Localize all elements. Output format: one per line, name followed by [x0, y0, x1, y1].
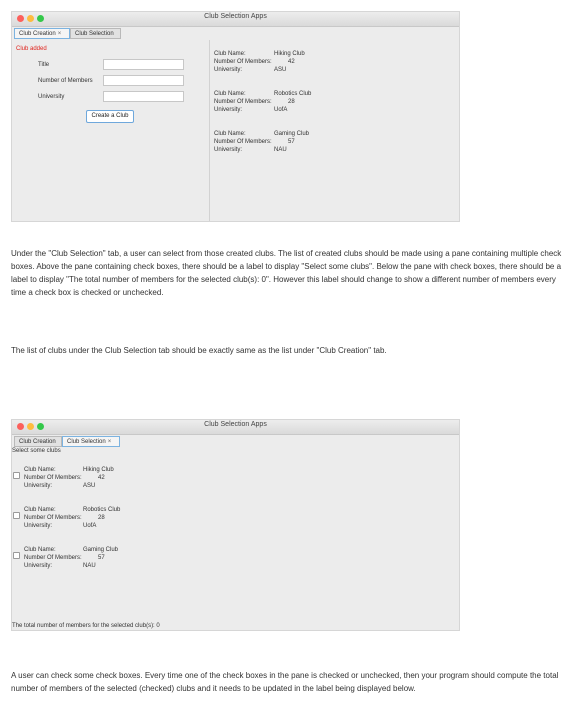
university-name-value: NAU — [83, 563, 96, 569]
instructions-paragraph-3: A user can check some check boxes. Every… — [11, 671, 559, 693]
tab-label: Club Selection — [75, 31, 114, 37]
club-name-value: Gaming Club — [274, 131, 310, 137]
tab-club-creation[interactable]: Club Creation — [14, 436, 62, 447]
club-name-value: Robotics Club — [274, 91, 312, 97]
club-checkbox[interactable] — [13, 552, 20, 559]
tab-club-creation[interactable]: Club Creation × — [14, 28, 70, 39]
members-count-value: 57 — [98, 555, 105, 561]
university-name-label: University: — [214, 107, 243, 113]
university-name-value: NAU — [274, 147, 287, 153]
window-title: Club Selection Apps — [204, 421, 267, 428]
university-field[interactable] — [103, 91, 184, 102]
members-count-value: 42 — [98, 475, 105, 481]
tab-bar: Club Creation Club Selection × — [12, 435, 459, 448]
university-name-value: UofA — [83, 523, 97, 529]
university-name-label: University: — [24, 483, 53, 489]
university-name-value: UofA — [274, 107, 288, 113]
members-count-label: Number Of Members: — [24, 555, 82, 561]
club-name-label: Club Name: — [214, 131, 246, 137]
tab-club-selection[interactable]: Club Selection — [70, 28, 121, 39]
club-name-value: Gaming Club — [83, 547, 119, 553]
club-checkbox[interactable] — [13, 512, 20, 519]
instructions-paragraph-1: Under the "Club Selection" tab, a user c… — [11, 249, 562, 297]
club-selection-window: Club Selection Apps Club Creation Club S… — [11, 419, 460, 631]
tab-label: Club Creation — [19, 31, 56, 37]
club-name-label: Club Name: — [24, 547, 56, 553]
university-name-label: University: — [214, 67, 243, 73]
title-label: Title — [38, 62, 50, 68]
members-count-label: Number Of Members: — [24, 515, 82, 521]
title-bar: Club Selection Apps — [12, 420, 459, 435]
tab-club-selection[interactable]: Club Selection × — [62, 436, 120, 447]
members-count-label: Number Of Members: — [214, 99, 272, 105]
members-field[interactable] — [103, 75, 184, 86]
club-name-label: Club Name: — [24, 467, 56, 473]
members-count-value: 57 — [288, 139, 295, 145]
select-clubs-label: Select some clubs — [12, 448, 61, 454]
pane-divider — [209, 40, 210, 221]
university-name-label: University: — [24, 523, 53, 529]
club-name-value: Robotics Club — [83, 507, 121, 513]
university-name-label: University: — [24, 563, 53, 569]
university-name-label: University: — [214, 147, 243, 153]
title-bar: Club Selection Apps — [12, 12, 459, 27]
university-name-value: ASU — [274, 67, 287, 73]
window-title: Club Selection Apps — [204, 13, 267, 20]
members-count-label: Number Of Members: — [214, 59, 272, 65]
club-name-label: Club Name: — [214, 51, 246, 57]
members-count-value: 42 — [288, 59, 295, 65]
members-label: Number of Members — [38, 78, 93, 84]
title-field[interactable] — [103, 59, 184, 70]
members-count-label: Number Of Members: — [214, 139, 272, 145]
members-count-value: 28 — [288, 99, 295, 105]
club-name-value: Hiking Club — [274, 51, 305, 57]
close-tab-icon[interactable]: × — [58, 31, 62, 37]
club-creation-window: Club Selection Apps Club Creation × Club … — [11, 11, 460, 222]
tab-bar: Club Creation × Club Selection — [12, 27, 459, 40]
club-name-label: Club Name: — [214, 91, 246, 97]
members-count-value: 28 — [98, 515, 105, 521]
instructions-paragraph-2: The list of clubs under the Club Selecti… — [11, 346, 387, 355]
university-name-value: ASU — [83, 483, 96, 489]
tab-label: Club Selection — [67, 439, 106, 445]
total-members-label: The total number of members for the sele… — [12, 623, 160, 629]
close-tab-icon[interactable]: × — [108, 439, 112, 445]
tab-label: Club Creation — [19, 439, 56, 445]
members-count-label: Number Of Members: — [24, 475, 82, 481]
create-club-button[interactable]: Create a Club — [86, 110, 134, 123]
university-label: University — [38, 94, 65, 100]
status-label: Club added — [16, 46, 47, 52]
club-name-value: Hiking Club — [83, 467, 114, 473]
club-name-label: Club Name: — [24, 507, 56, 513]
club-checkbox[interactable] — [13, 472, 20, 479]
